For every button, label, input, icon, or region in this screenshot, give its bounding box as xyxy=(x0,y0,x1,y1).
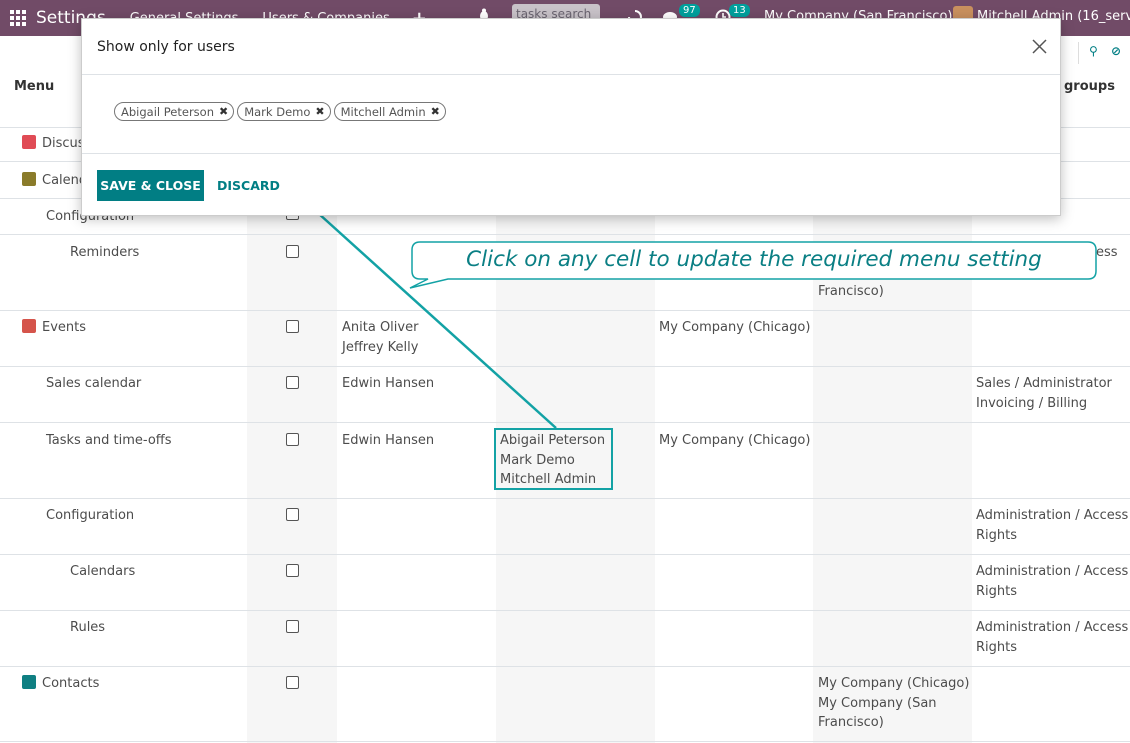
tag-label: Mitchell Admin xyxy=(340,104,426,119)
visibility-checkbox[interactable] xyxy=(286,320,299,333)
menu-name: Rules xyxy=(70,620,106,635)
menu-name: Calendars xyxy=(70,564,136,579)
users-cell[interactable]: Edwin Hansen xyxy=(342,374,434,394)
menu-name: Reminders xyxy=(70,245,140,260)
list-search-tools: ⚲ ⊘ xyxy=(1078,42,1130,64)
events-icon xyxy=(22,319,36,333)
companies-cell[interactable]: My Company (Chicago) My Company (San Fra… xyxy=(818,674,969,733)
row-divider xyxy=(0,610,1130,611)
remove-tag-icon[interactable]: ✖ xyxy=(315,105,324,118)
row-divider xyxy=(0,554,1130,555)
users-many2many-tags[interactable]: Abigail Peterson ✖ Mark Demo ✖ Mitchell Ad… xyxy=(114,102,446,121)
visibility-checkbox[interactable] xyxy=(286,676,299,689)
groups-cell[interactable]: Administration / Access Rights xyxy=(976,562,1128,601)
row-divider xyxy=(0,366,1130,367)
user-tag[interactable]: Abigail Peterson ✖ xyxy=(114,102,235,121)
groups-cell[interactable]: Sales / Administrator Invoicing / Billin… xyxy=(976,374,1112,413)
tag-label: Mark Demo xyxy=(244,104,311,119)
remove-tag-icon[interactable]: ✖ xyxy=(219,105,228,118)
row-divider xyxy=(0,498,1130,499)
groups-cell[interactable]: Administration / Access Rights xyxy=(976,618,1128,657)
dialog-body: Abigail Peterson ✖ Mark Demo ✖ Mitchell Ad… xyxy=(82,75,1060,154)
column-header-groups[interactable]: groups xyxy=(1064,79,1115,94)
users-cell[interactable]: Edwin Hansen xyxy=(342,431,434,451)
column-header-menu[interactable]: Menu xyxy=(14,79,54,94)
company-cell[interactable]: My Company (Chicago) xyxy=(659,431,810,451)
visibility-checkbox[interactable] xyxy=(286,433,299,446)
row-divider xyxy=(0,666,1130,667)
groups-cell[interactable]: Administration / Access Rights xyxy=(976,506,1128,545)
menu-name: Contacts xyxy=(42,676,100,691)
clear-filter-icon[interactable]: ⊘ xyxy=(1111,44,1121,58)
messages-count-badge: 97 xyxy=(679,4,700,17)
row-divider xyxy=(0,234,1130,235)
contacts-icon xyxy=(22,675,36,689)
menu-name: Configuration xyxy=(46,508,135,523)
visibility-checkbox[interactable] xyxy=(286,620,299,633)
save-close-button[interactable]: SAVE & CLOSE xyxy=(97,170,204,201)
apps-menu-icon[interactable] xyxy=(10,10,26,26)
menu-name: Tasks and time-offs xyxy=(46,433,172,448)
remove-tag-icon[interactable]: ✖ xyxy=(431,105,440,118)
callout-text: Click on any cell to update the required… xyxy=(466,247,1042,272)
user-tag[interactable]: Mark Demo ✖ xyxy=(237,102,331,121)
company-cell[interactable]: My Company (Chicago) xyxy=(659,318,810,338)
tag-label: Abigail Peterson xyxy=(121,104,214,119)
groups-cell[interactable]: ess xyxy=(1096,243,1118,263)
discuss-icon xyxy=(22,135,36,149)
menu-name: Events xyxy=(42,320,87,335)
show-users-dialog: Show only for users Abigail Peterson ✖ Ma… xyxy=(81,18,1061,216)
highlighted-cell[interactable] xyxy=(494,428,613,490)
calendar-icon xyxy=(22,172,36,186)
visibility-checkbox[interactable] xyxy=(286,564,299,577)
row-divider xyxy=(0,310,1130,311)
discard-button[interactable]: DISCARD xyxy=(217,170,280,201)
dialog-title: Show only for users xyxy=(97,39,235,55)
users-cell[interactable]: Anita Oliver Jeffrey Kelly xyxy=(342,318,418,357)
visibility-checkbox[interactable] xyxy=(286,376,299,389)
row-divider xyxy=(0,741,1130,742)
visibility-checkbox[interactable] xyxy=(286,245,299,258)
dialog-header: Show only for users xyxy=(82,19,1060,75)
row-divider xyxy=(0,422,1130,423)
visibility-checkbox[interactable] xyxy=(286,508,299,521)
user-tag[interactable]: Mitchell Admin ✖ xyxy=(333,102,446,121)
menu-name: Sales calendar xyxy=(46,376,142,391)
companies-cell[interactable]: Francisco) xyxy=(818,282,884,302)
close-icon[interactable] xyxy=(1032,39,1047,54)
search-icon[interactable]: ⚲ xyxy=(1089,44,1098,58)
activities-count-badge: 13 xyxy=(729,4,750,17)
